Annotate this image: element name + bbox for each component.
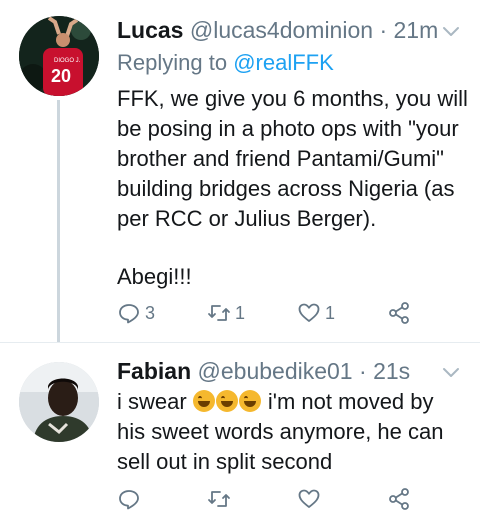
heart-icon [298, 303, 320, 322]
thread-connector-line [57, 100, 60, 342]
tweet-header: Lucas @lucas4dominion · 21m [117, 16, 438, 44]
heart-icon [298, 489, 320, 508]
user-handle[interactable]: @lucas4dominion [190, 17, 373, 43]
display-name[interactable]: Lucas [117, 17, 183, 43]
like-count: 1 [325, 302, 336, 323]
timestamp[interactable]: 21s [373, 358, 410, 384]
share-icon [389, 302, 409, 324]
tweet-text-line: FFK, we give you 6 months, you will [117, 86, 468, 111]
tweet-header: Fabian @ebubedike01 · 21s [117, 357, 410, 385]
reply-button[interactable]: 3 [117, 298, 155, 328]
retweet-button[interactable] [207, 484, 231, 514]
retweet-count: 1 [235, 302, 246, 323]
separator-dot: · [379, 17, 388, 43]
tweet-text-line: brother and friend Pantami/Gumi" [117, 146, 444, 171]
tweet-lucas[interactable]: DIOGO J. 20 Lucas @lucas4dominion · 21m … [0, 0, 480, 342]
separator-dot: · [359, 358, 367, 384]
reply-button[interactable] [117, 484, 141, 514]
reply-icon [119, 304, 139, 324]
tweet-text-line: per RCC or Julius Berger). [117, 206, 377, 231]
laughing-emoji-icon [192, 390, 215, 412]
tweet-text-line: sell out in split second [117, 449, 333, 474]
tweet-text-line: be posing in a photo ops with "your [117, 116, 459, 141]
tweet-text-blank [117, 234, 467, 262]
jersey-name-text: DIOGO J. [54, 58, 81, 64]
avatar-photo [19, 362, 99, 442]
laughing-emoji-icon [215, 390, 238, 412]
retweet-icon [208, 305, 230, 321]
retweet-button[interactable]: 1 [207, 298, 245, 328]
replying-to-label: Replying to [117, 50, 234, 75]
jersey-number-text: 20 [51, 66, 71, 86]
mention-link[interactable]: @realFFK [233, 50, 334, 75]
share-icon [389, 488, 409, 510]
tweet-text: FFK, we give you 6 months, you will be p… [117, 84, 468, 292]
tweet-text-line: i swear i'm not moved by [117, 387, 467, 417]
like-button[interactable] [297, 484, 321, 514]
tweet-text-line: his sweet words anymore, he can [117, 419, 444, 444]
laughing-emoji-icon [238, 390, 261, 412]
avatar-fabian[interactable] [19, 362, 99, 442]
avatar-photo: DIOGO J. 20 [19, 16, 99, 96]
share-button[interactable] [387, 298, 411, 328]
display-name[interactable]: Fabian [117, 358, 191, 384]
tweet-actions [117, 484, 457, 514]
chevron-down-icon[interactable] [440, 20, 462, 42]
avatar-lucas[interactable]: DIOGO J. 20 [19, 16, 99, 96]
tweet-text-fragment: i'm not moved by [261, 389, 434, 414]
tweet-text-line: Abegi!!! [117, 264, 192, 289]
tweet-text: i swear i'm not moved by his sweet words… [117, 387, 467, 477]
retweet-icon [208, 491, 230, 507]
tweet-text-fragment: i swear [117, 389, 193, 414]
user-handle[interactable]: @ebubedike01 [198, 358, 353, 384]
tweet-fabian[interactable]: Fabian @ebubedike01 · 21s i swear i'm no… [0, 343, 480, 524]
reply-count: 3 [145, 302, 156, 323]
tweet-actions: 3 1 1 [117, 298, 457, 328]
reply-icon [119, 490, 139, 510]
replying-to: Replying to @realFFK [117, 49, 334, 77]
share-button[interactable] [387, 484, 411, 514]
like-button[interactable]: 1 [297, 298, 335, 328]
tweet-text-line: building bridges across Nigeria (as [117, 176, 455, 201]
timestamp[interactable]: 21m [394, 17, 439, 43]
chevron-down-icon[interactable] [440, 361, 462, 383]
